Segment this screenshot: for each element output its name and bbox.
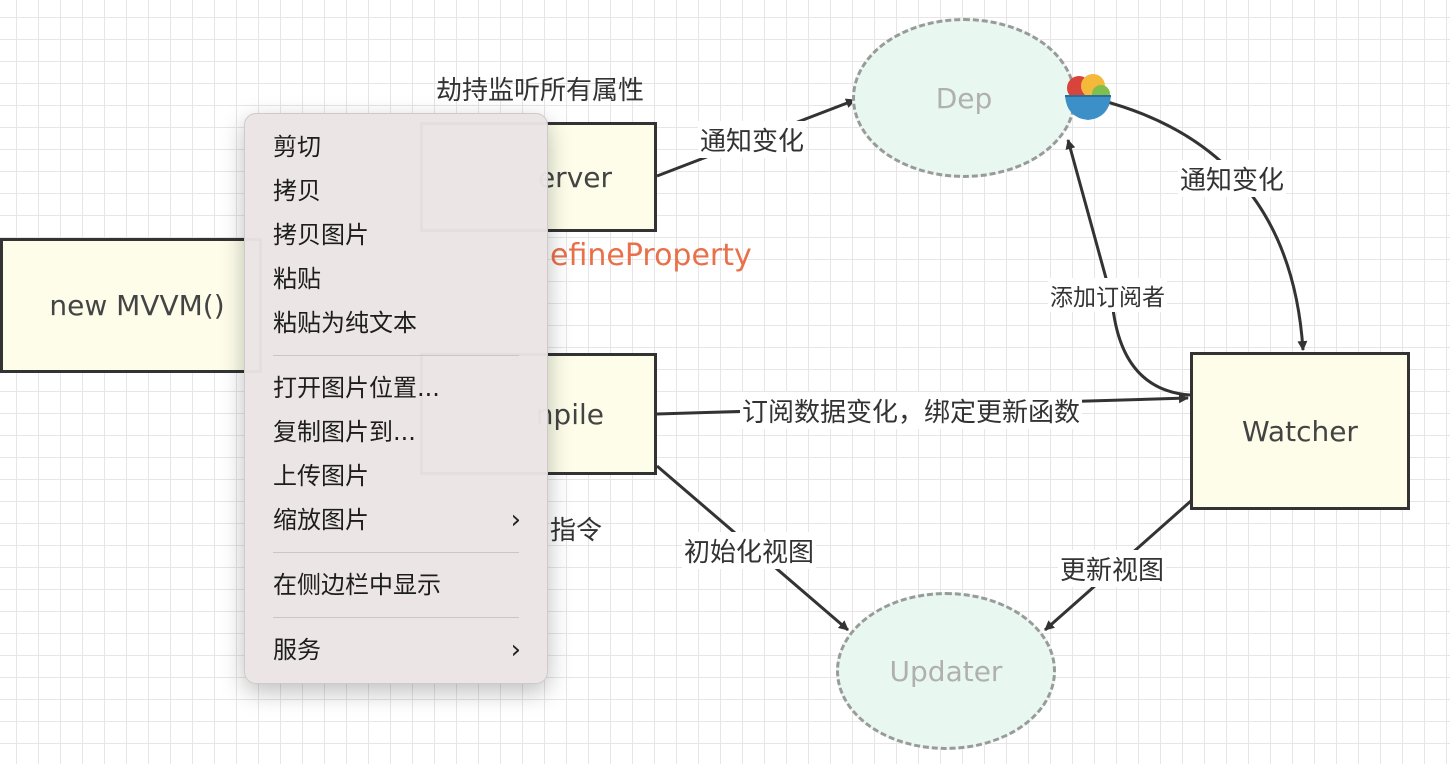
menu-item-copy-image[interactable]: 拷贝图片	[245, 213, 547, 257]
label-directive: 指令	[550, 516, 603, 546]
menu-item-upload-image[interactable]: 上传图片	[245, 454, 547, 498]
menu-item-services[interactable]: 服务 ›	[245, 628, 547, 672]
updater-ellipse: Updater	[836, 592, 1056, 750]
watcher-box: Watcher	[1190, 352, 1410, 510]
menu-separator	[273, 355, 519, 356]
menu-separator	[273, 617, 519, 618]
watcher-label: Watcher	[1242, 414, 1358, 448]
observer-label: erver	[537, 160, 612, 194]
menu-item-copy[interactable]: 拷贝	[245, 169, 547, 213]
chevron-right-icon: ›	[510, 635, 521, 665]
label-hijack: 劫持监听所有属性	[436, 76, 645, 106]
label-notify-dep: 通知变化	[698, 121, 807, 158]
menu-item-paste-plain-text[interactable]: 粘贴为纯文本	[245, 301, 547, 345]
new-mvvm-box: new MVVM()	[0, 238, 262, 373]
updater-label: Updater	[889, 654, 1003, 688]
dep-label: Dep	[935, 81, 993, 115]
dep-ellipse: Dep	[852, 18, 1076, 178]
menu-item-copy-image-to[interactable]: 复制图片到...	[245, 410, 547, 454]
arrow-dep-watcher	[1099, 98, 1308, 351]
new-mvvm-label: new MVVM()	[49, 289, 225, 322]
label-update-view: 更新视图	[1058, 550, 1167, 587]
label-add-subscriber: 添加订阅者	[1048, 278, 1167, 312]
label-define-property: efineProperty	[550, 238, 752, 273]
context-menu: 剪切 拷贝 拷贝图片 粘贴 粘贴为纯文本 打开图片位置... 复制图片到... …	[244, 113, 548, 684]
arrow-watcher-dep	[1065, 139, 1191, 397]
menu-item-paste[interactable]: 粘贴	[245, 257, 547, 301]
label-init-view: 初始化视图	[682, 532, 817, 569]
menu-item-open-image-location[interactable]: 打开图片位置...	[245, 366, 547, 410]
menu-item-zoom-image[interactable]: 缩放图片 ›	[245, 498, 547, 542]
menu-item-show-in-sidebar[interactable]: 在侧边栏中显示	[245, 563, 547, 607]
chevron-right-icon: ›	[510, 505, 521, 535]
menu-item-cut[interactable]: 剪切	[245, 125, 547, 169]
label-subscribe: 订阅数据变化，绑定更新函数	[740, 392, 1083, 429]
menu-separator	[273, 552, 519, 553]
fruit-bowl-icon	[1065, 74, 1111, 120]
label-notify-watcher: 通知变化	[1178, 160, 1287, 197]
